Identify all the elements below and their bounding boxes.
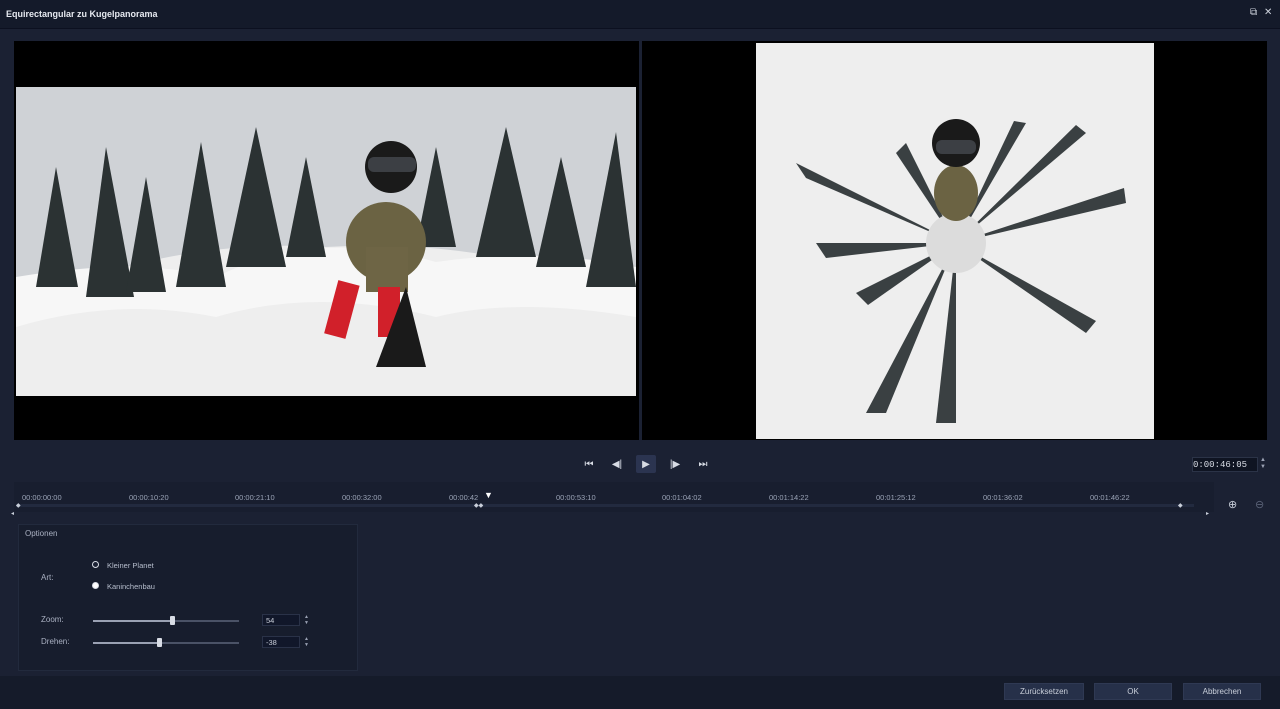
title-bar: Equirectangular zu Kugelpanorama ⧉ ✕	[0, 0, 1280, 29]
cancel-button[interactable]: Abbrechen	[1183, 683, 1261, 700]
play-icon[interactable]: ▶	[636, 455, 656, 473]
zoom-slider-thumb[interactable]	[170, 616, 175, 625]
options-panel: Optionen Art: Kleiner Planet Kaninchenba…	[18, 524, 358, 671]
timeline-tick: 00:00:10:20	[129, 493, 169, 502]
end-marker-icon[interactable]: ◆	[1178, 502, 1183, 509]
trim-in-icon[interactable]: ◂	[11, 510, 14, 517]
window-title: Equirectangular zu Kugelpanorama	[6, 9, 158, 19]
little-planet-image	[756, 43, 1154, 439]
close-icon[interactable]: ✕	[1264, 7, 1272, 18]
art-label: Art:	[41, 573, 54, 582]
zoom-slider-fill	[93, 620, 172, 622]
transport-controls: ⏮ ◀| ▶ |▶ ⏭	[580, 455, 712, 473]
start-marker-icon[interactable]: ◆	[16, 502, 21, 509]
rotate-value-field[interactable]: -38	[262, 636, 300, 648]
timeline-tick: 00:00:00:00	[22, 493, 62, 502]
next-frame-icon[interactable]: |▶	[666, 455, 684, 473]
spherical-frame	[756, 43, 1154, 439]
timeline-tick: 00:00:42	[449, 493, 479, 502]
source-preview	[14, 41, 639, 440]
rotate-spinner[interactable]: ▲ ▼	[304, 636, 309, 648]
rotate-label: Drehen:	[41, 637, 70, 646]
reset-button[interactable]: Zurücksetzen	[1004, 683, 1084, 700]
zoom-value-field[interactable]: 54	[262, 614, 300, 626]
go-to-end-icon[interactable]: ⏭	[694, 455, 712, 473]
timecode-display[interactable]: 0:00:46:05	[1192, 457, 1258, 472]
output-preview	[642, 41, 1267, 440]
footer: Zurücksetzen OK Abbrechen	[0, 676, 1280, 709]
timeline-tick: 00:01:25:12	[876, 493, 916, 502]
equirectangular-frame	[16, 87, 636, 396]
timeline-tick: 00:00:21:10	[235, 493, 275, 502]
restore-icon[interactable]: ⧉	[1250, 7, 1257, 18]
timeline-track[interactable]	[16, 504, 1194, 507]
zoom-out-icon[interactable]: ⊖	[1255, 498, 1264, 511]
timeline-tick: 00:01:46:22	[1090, 493, 1130, 502]
rotate-slider-thumb[interactable]	[157, 638, 162, 647]
timeline-tick: 00:01:36:02	[983, 493, 1023, 502]
zoom-in-icon[interactable]: ⊕	[1228, 498, 1237, 511]
zoom-spinner[interactable]: ▲ ▼	[304, 614, 309, 626]
radio-kaninchenbau[interactable]	[92, 582, 99, 589]
go-to-start-icon[interactable]: ⏮	[580, 455, 598, 473]
radio-label-kleiner-planet: Kleiner Planet	[107, 561, 154, 570]
zoom-label: Zoom:	[41, 615, 64, 624]
timeline-tick: 00:00:32:00	[342, 493, 382, 502]
rotate-slider-fill	[93, 642, 159, 644]
ok-button[interactable]: OK	[1094, 683, 1172, 700]
previous-frame-icon[interactable]: ◀|	[608, 455, 626, 473]
timeline-tick: 00:00:53:10	[556, 493, 596, 502]
equirectangular-image	[16, 87, 636, 396]
timeline-tick: 00:01:14:22	[769, 493, 809, 502]
rotate-slider[interactable]	[93, 638, 239, 647]
timeline[interactable]: 00:00:00:00 00:00:10:20 00:00:21:10 00:0…	[11, 482, 1214, 517]
timeline-tick: 00:01:04:02	[662, 493, 702, 502]
radio-kleiner-planet[interactable]	[92, 561, 99, 568]
timecode-spinner[interactable]: ▲ ▼	[1260, 457, 1266, 471]
radio-label-kaninchenbau: Kaninchenbau	[107, 582, 155, 591]
trim-out-icon[interactable]: ▸	[1206, 510, 1209, 517]
zoom-slider[interactable]	[93, 616, 239, 625]
options-title: Optionen	[25, 529, 58, 538]
playhead[interactable]: ▼	[484, 490, 494, 500]
keyframe-icon[interactable]: ◆◆	[474, 502, 483, 509]
